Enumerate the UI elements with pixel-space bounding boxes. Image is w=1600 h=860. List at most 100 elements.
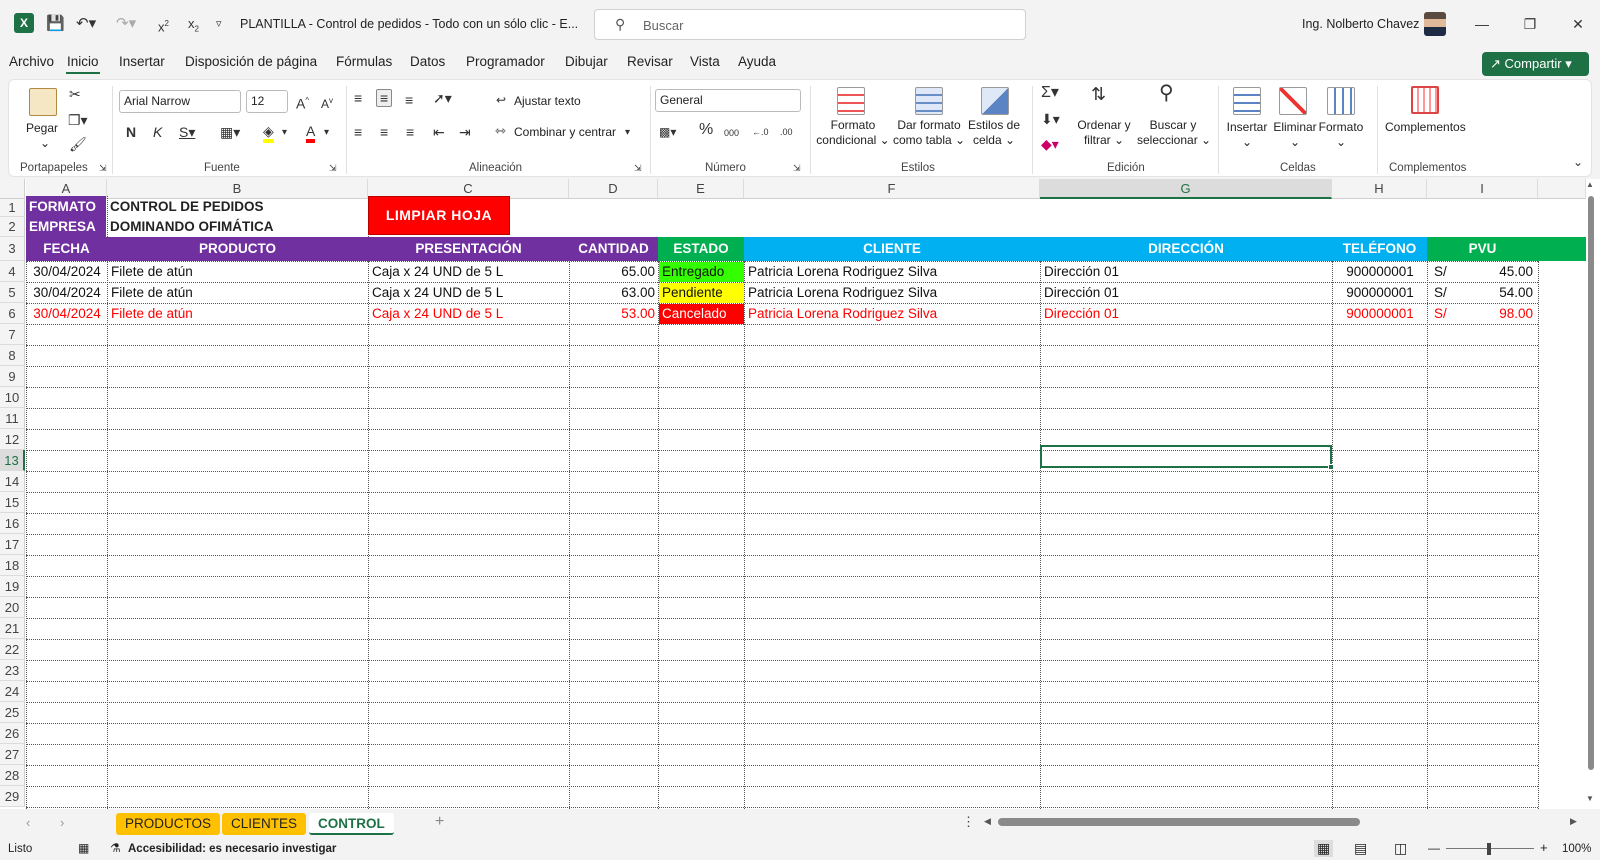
cell-cliente[interactable]: Patricia Lorena Rodriguez Silva (745, 262, 1040, 282)
header-estado[interactable]: ESTADO (658, 237, 744, 261)
autosum-icon[interactable]: Σ▾ (1041, 85, 1059, 101)
find-select-button[interactable]: Buscar y seleccionar ⌄ (1137, 118, 1211, 148)
cell-direccion[interactable]: Dirección 01 (1041, 304, 1332, 324)
select-all-corner[interactable] (0, 179, 25, 199)
row-header-22[interactable]: 22 (0, 639, 25, 660)
row-header-25[interactable]: 25 (0, 702, 25, 723)
format-as-table-icon[interactable] (915, 87, 943, 115)
row-header-29[interactable]: 29 (0, 786, 25, 807)
cell-cantidad[interactable]: 53.00 (570, 304, 658, 324)
delete-cells-icon[interactable] (1279, 87, 1307, 115)
column-header-g[interactable]: G (1040, 179, 1332, 199)
cell-pvu[interactable]: 54.00 (1467, 283, 1536, 303)
macro-record-icon[interactable]: ▦ (78, 841, 89, 855)
align-middle-icon[interactable]: ≡ (376, 89, 393, 107)
search-box[interactable]: ⚲ Buscar (594, 9, 1026, 40)
clear-icon[interactable]: ◆▾ (1041, 136, 1059, 152)
tab-disposicion[interactable]: Disposición de página (185, 54, 317, 69)
increase-font-icon[interactable]: A^ (296, 93, 309, 112)
fill-icon[interactable]: ⬇▾ (1041, 111, 1060, 127)
cell-b1[interactable]: CONTROL DE PEDIDOS (107, 196, 367, 217)
tab-archivo[interactable]: Archivo (9, 54, 54, 69)
add-sheet-icon[interactable]: + (435, 813, 444, 831)
row-header-17[interactable]: 17 (0, 534, 25, 555)
row-header-7[interactable]: 7 (0, 324, 25, 345)
cell-presentacion[interactable]: Caja x 24 UND de 5 L (369, 304, 569, 324)
cell-currency[interactable]: S/ (1431, 304, 1461, 324)
currency-icon[interactable]: ▩▾ (659, 124, 676, 140)
column-header-h[interactable]: H (1332, 179, 1427, 199)
sheet-tab-clientes[interactable]: CLIENTES (222, 813, 307, 835)
row-header-10[interactable]: 10 (0, 387, 25, 408)
cell-producto[interactable]: Filete de atún (108, 262, 368, 282)
decrease-indent-icon[interactable]: ⇤ (433, 124, 445, 140)
hscroll-right-icon[interactable]: ▶ (1570, 816, 1577, 827)
row-header-20[interactable]: 20 (0, 597, 25, 618)
redo-icon[interactable]: ↷▾ (116, 14, 136, 34)
header-presentacion[interactable]: PRESENTACIÓN (368, 237, 569, 261)
zoom-in-icon[interactable]: + (1540, 840, 1548, 855)
cell-fecha[interactable]: 30/04/2024 (27, 283, 107, 303)
sort-filter-icon[interactable]: ⇅ (1091, 85, 1106, 103)
cell-currency[interactable]: S/ (1431, 283, 1461, 303)
fill-handle[interactable] (1328, 464, 1334, 470)
zoom-out-icon[interactable]: — (1428, 841, 1440, 855)
cell-pvu[interactable]: 98.00 (1467, 304, 1536, 324)
cell-direccion[interactable]: Dirección 01 (1041, 283, 1332, 303)
cell-b2[interactable]: DOMINANDO OFIMÁTICA (107, 217, 367, 237)
row-header-15[interactable]: 15 (0, 492, 25, 513)
row-header-23[interactable]: 23 (0, 660, 25, 681)
header-cantidad[interactable]: CANTIDAD (569, 237, 658, 261)
paste-icon[interactable] (29, 88, 57, 116)
tab-revisar[interactable]: Revisar (627, 54, 673, 69)
tab-insertar[interactable]: Insertar (119, 54, 165, 69)
sort-filter-button[interactable]: Ordenar y filtrar ⌄ (1072, 118, 1136, 148)
tab-formulas[interactable]: Fórmulas (336, 54, 392, 69)
normal-view-icon[interactable]: ▦ (1314, 840, 1334, 857)
copy-icon[interactable]: ❐▾ (68, 112, 88, 128)
fill-color-icon[interactable]: ◈ (263, 123, 274, 143)
align-top-icon[interactable]: ≡ (354, 90, 362, 106)
decrease-decimal-icon[interactable]: .00 (780, 124, 793, 140)
scroll-up-icon[interactable]: ▲ (1586, 180, 1594, 189)
vertical-scroll-thumb[interactable] (1588, 196, 1594, 770)
font-color-icon[interactable]: A (306, 123, 316, 143)
row-header-27[interactable]: 27 (0, 744, 25, 765)
column-header-f[interactable]: F (744, 179, 1040, 199)
merge-center-button[interactable]: Combinar y centrar (514, 125, 616, 140)
row-header-18[interactable]: 18 (0, 555, 25, 576)
prev-sheet-icon[interactable]: ‹ (26, 815, 30, 830)
cut-icon[interactable]: ✂ (69, 86, 81, 102)
cell-cantidad[interactable]: 63.00 (570, 283, 658, 303)
wrap-text-icon[interactable]: ↩ (496, 92, 506, 108)
zoom-level[interactable]: 100% (1562, 843, 1591, 855)
cell-telefono[interactable]: 900000001 (1333, 283, 1427, 303)
tab-datos[interactable]: Datos (410, 54, 445, 69)
row-header-8[interactable]: 8 (0, 345, 25, 366)
next-sheet-icon[interactable]: › (60, 815, 64, 830)
align-bottom-icon[interactable]: ≡ (405, 92, 413, 108)
align-left-icon[interactable]: ≡ (354, 124, 362, 140)
user-avatar[interactable] (1424, 12, 1446, 36)
cell-estado[interactable]: Entregado (659, 262, 744, 282)
row-header-11[interactable]: 11 (0, 408, 25, 429)
user-name[interactable]: Ing. Nolberto Chavez (1302, 17, 1419, 31)
percent-icon[interactable]: % (699, 122, 713, 138)
cell-pvu[interactable]: 45.00 (1467, 262, 1536, 282)
header-cliente[interactable]: CLIENTE (744, 237, 1040, 261)
cell-cantidad[interactable]: 65.00 (570, 262, 658, 282)
selected-cell-g13[interactable] (1040, 445, 1332, 468)
merge-center-icon[interactable]: ⇿ (495, 123, 506, 139)
cell-a2[interactable]: EMPRESA (26, 217, 106, 237)
horizontal-scroll-thumb[interactable] (998, 818, 1360, 826)
find-select-icon[interactable]: ⚲ (1159, 83, 1174, 103)
row-header-26[interactable]: 26 (0, 723, 25, 744)
zoom-slider-thumb[interactable] (1487, 843, 1491, 855)
tab-ayuda[interactable]: Ayuda (738, 54, 776, 69)
row-header-9[interactable]: 9 (0, 366, 25, 387)
minimize-icon[interactable]: — (1470, 12, 1494, 36)
insert-cells-icon[interactable] (1233, 87, 1261, 115)
restore-icon[interactable]: ❐ (1518, 12, 1542, 36)
cell-a1[interactable]: FORMATO (26, 196, 106, 217)
hscroll-left-icon[interactable]: ◀ (984, 816, 991, 827)
